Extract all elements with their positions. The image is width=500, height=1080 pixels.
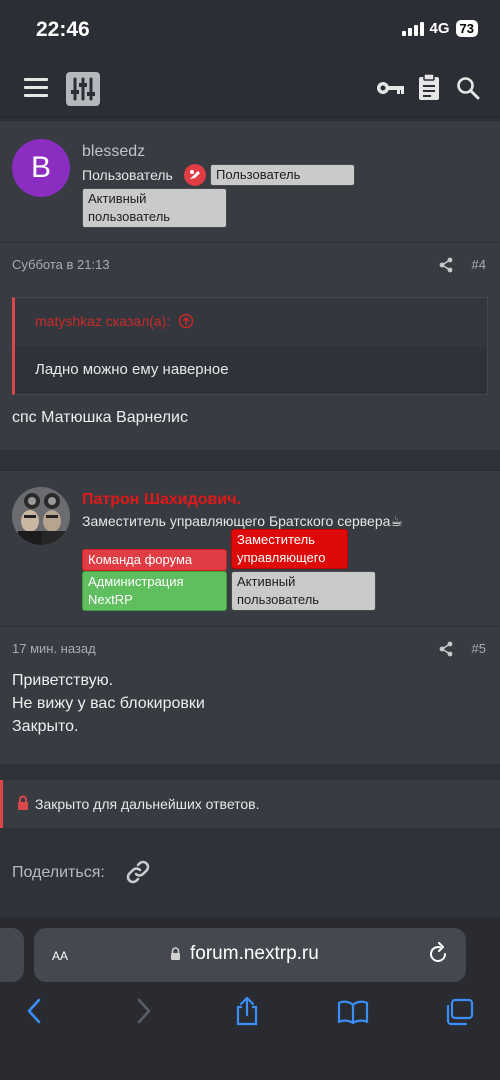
badge-active-user: Активный пользователь <box>231 571 376 611</box>
post-meta: 17 мин. назад #5 <box>0 627 500 671</box>
status-indicators: 4G 73 <box>401 20 478 37</box>
share-sheet-icon[interactable] <box>234 996 260 1031</box>
status-time: 22:46 <box>36 18 90 41</box>
badge-user: Пользователь <box>210 164 355 186</box>
battery-level: 73 <box>455 20 478 37</box>
status-bar: 22:46 4G 73 <box>0 0 500 60</box>
lock-icon <box>170 947 181 966</box>
post-5: Патрон Шахидович. Заместитель управляюще… <box>0 470 500 764</box>
closed-text: Закрыто для дальнейших ответов. <box>35 796 260 812</box>
quote-text: Ладно можно ему наверное <box>15 348 487 394</box>
lock-icon <box>17 795 29 816</box>
reload-icon[interactable] <box>428 942 450 971</box>
user-status-icon <box>184 164 206 191</box>
browser-toolbar: AA forum.nextrp.ru <box>0 918 500 1080</box>
post-user-block: B blessedz Пользователь Пользователь Акт… <box>0 121 500 243</box>
url-text[interactable]: forum.nextrp.ru <box>190 943 319 965</box>
sliders-logo-icon[interactable] <box>66 72 100 106</box>
forward-icon[interactable] <box>136 998 152 1029</box>
badge-deputy-manager: Заместитель управляющего <box>231 529 348 569</box>
post-user-block: Патрон Шахидович. Заместитель управляюще… <box>0 471 500 627</box>
user-title: Заместитель управляющего Братского серве… <box>82 513 403 529</box>
quote-block: matyshkaz сказал(а): Ладно можно ему нав… <box>12 297 488 395</box>
share-icon[interactable] <box>438 641 454 662</box>
avatar[interactable]: B <box>12 139 70 197</box>
badge-administration: Администрация NextRP <box>82 571 227 611</box>
reader-settings-button[interactable]: AA <box>52 945 68 965</box>
arrow-up-circle-icon[interactable] <box>178 313 194 332</box>
address-bar[interactable]: AA forum.nextrp.ru <box>34 928 466 982</box>
avatar[interactable] <box>12 487 70 545</box>
tabs-icon[interactable] <box>444 998 474 1031</box>
post-4: B blessedz Пользователь Пользователь Акт… <box>0 120 500 450</box>
post-message: спс Матюшка Варнелис <box>12 409 188 426</box>
thread-closed-notice: Закрыто для дальнейших ответов. <box>0 780 500 828</box>
post-number[interactable]: #5 <box>472 641 486 656</box>
post-date[interactable]: Суббота в 21:13 <box>12 257 110 272</box>
key-icon[interactable] <box>376 80 406 101</box>
back-icon[interactable] <box>26 998 42 1029</box>
hamburger-icon[interactable] <box>24 78 48 98</box>
forum-header <box>0 60 500 118</box>
network-type: 4G <box>429 20 450 37</box>
post-date[interactable]: 17 мин. назад <box>12 641 96 656</box>
post-number[interactable]: #4 <box>472 257 486 272</box>
share-icon[interactable] <box>438 257 454 278</box>
share-label: Поделиться: <box>12 864 105 881</box>
post-meta: Суббота в 21:13 #4 <box>0 243 500 287</box>
username[interactable]: Патрон Шахидович. <box>82 491 241 509</box>
link-icon[interactable] <box>124 858 152 891</box>
previous-tab[interactable] <box>0 928 24 982</box>
search-icon[interactable] <box>456 76 480 105</box>
bookmarks-icon[interactable] <box>337 1000 369 1029</box>
clipboard-icon[interactable] <box>418 73 440 106</box>
signal-icon <box>401 21 424 36</box>
badge-forum-team: Команда форума <box>82 549 227 571</box>
user-title: Пользователь <box>82 167 173 183</box>
username[interactable]: blessedz <box>82 143 145 161</box>
quote-author[interactable]: matyshkaz сказал(а): <box>15 298 487 348</box>
badge-active-user: Активный пользователь <box>82 188 227 228</box>
post-message: Приветствую. Не вижу у вас блокировки За… <box>12 672 205 735</box>
